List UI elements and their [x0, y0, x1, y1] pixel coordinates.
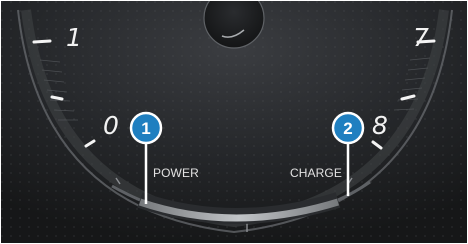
callout-1-number: 1	[141, 119, 150, 138]
tick-left-mid	[50, 95, 64, 101]
tick-left-1	[32, 39, 52, 44]
scale-label-1: 1	[66, 23, 82, 52]
gauge-illustration: 1 0 7 8 POWER CHARGE 1 2	[0, 0, 468, 244]
scale-label-7: 7	[413, 23, 429, 52]
callout-2-number: 2	[343, 119, 352, 138]
scale-label-0: 0	[103, 111, 119, 140]
charge-label: CHARGE	[290, 166, 342, 180]
scale-label-8: 8	[372, 111, 388, 140]
instrument-cluster-photo: 1 0 7 8 POWER CHARGE 1 2	[0, 0, 468, 244]
power-label: POWER	[153, 166, 199, 180]
